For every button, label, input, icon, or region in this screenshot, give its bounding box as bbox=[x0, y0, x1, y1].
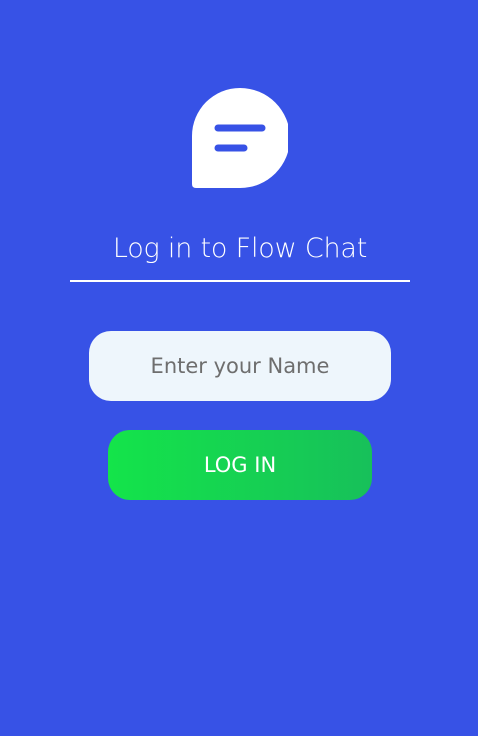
name-input[interactable] bbox=[89, 331, 391, 401]
page-title: Log in to Flow Chat bbox=[112, 233, 368, 264]
login-button[interactable]: LOG IN bbox=[108, 430, 372, 500]
chat-bubble-icon bbox=[192, 88, 288, 188]
title-underline: Log in to Flow Chat bbox=[70, 222, 410, 282]
